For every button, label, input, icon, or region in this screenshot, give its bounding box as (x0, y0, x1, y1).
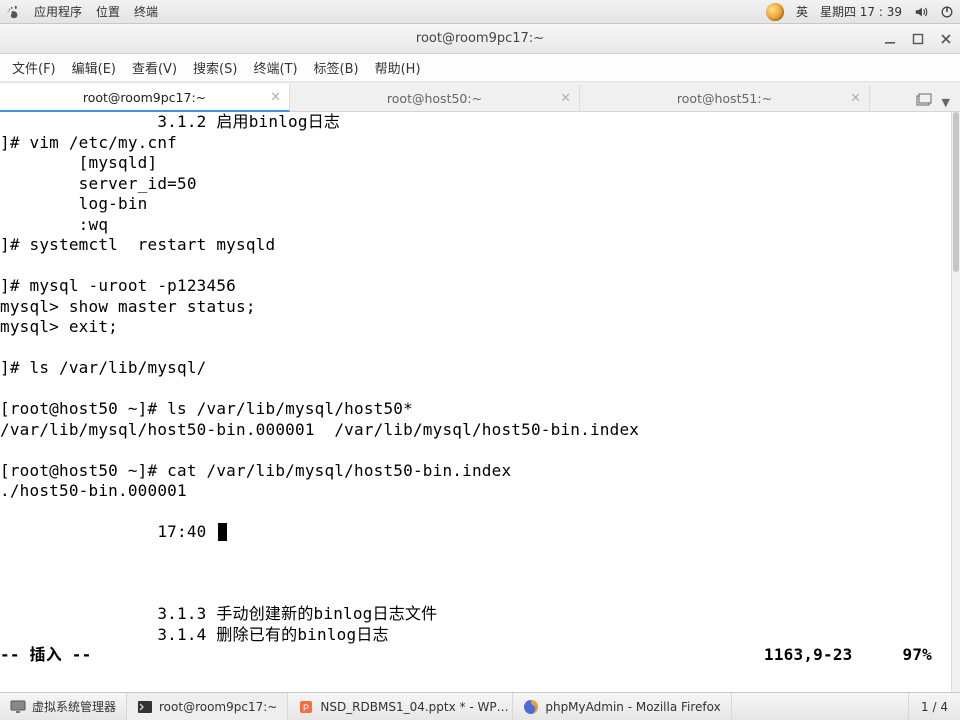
terminal-viewport[interactable]: 3.1.2 启用binlog日志]# vim /etc/my.cnf [mysq… (0, 112, 960, 692)
terminal-line (0, 563, 950, 584)
terminal-window: root@room9pc17:~ 文件(F) 编辑(E) 查看(V) 搜索(S)… (0, 24, 960, 692)
window-maximize-button[interactable] (910, 31, 926, 47)
gnome-foot-icon (6, 5, 20, 19)
menu-terminal[interactable]: 终端(T) (245, 55, 305, 80)
terminal-line: [root@host50 ~]# cat /var/lib/mysql/host… (0, 461, 950, 482)
terminal-line: 3.1.4 删除已有的binlog日志 (0, 625, 950, 646)
tab-room9pc17[interactable]: root@room9pc17:~ × (0, 84, 290, 112)
cursor (218, 523, 227, 541)
task-label: NSD_RDBMS1_04.pptx * - WP… (320, 700, 508, 714)
new-tab-icon[interactable] (916, 93, 932, 111)
close-icon[interactable]: × (560, 91, 571, 106)
task-wps[interactable]: P NSD_RDBMS1_04.pptx * - WP… (288, 693, 513, 720)
task-label: phpMyAdmin - Mozilla Firefox (545, 700, 720, 714)
tabbar: root@room9pc17:~ × root@host50:~ × root@… (0, 82, 960, 112)
notification-icon[interactable] (766, 3, 784, 21)
menu-edit[interactable]: 编辑(E) (64, 55, 124, 80)
firefox-icon (523, 699, 539, 715)
clock[interactable]: 星期四 17 : 39 (820, 3, 902, 20)
terminal-line (0, 256, 950, 277)
svg-text:P: P (303, 703, 309, 713)
menu-applications[interactable]: 应用程序 (34, 3, 82, 20)
terminal-line: 3.1.3 手动创建新的binlog日志文件 (0, 604, 950, 625)
workspace-switcher[interactable]: 1 / 4 (908, 693, 960, 720)
terminal-line (0, 584, 950, 605)
gnome-top-panel: 应用程序 位置 终端 英 星期四 17 : 39 (0, 0, 960, 24)
terminal-line: server_id=50 (0, 174, 950, 195)
menubar: 文件(F) 编辑(E) 查看(V) 搜索(S) 终端(T) 标签(B) 帮助(H… (0, 54, 960, 82)
gnome-taskbar: 虚拟系统管理器 root@room9pc17:~ P NSD_RDBMS1_04… (0, 692, 960, 720)
terminal-line: /var/lib/mysql/host50-bin.000001 /var/li… (0, 420, 950, 441)
monitor-icon (10, 699, 26, 715)
terminal-line: [mysqld] (0, 153, 950, 174)
terminal-line: ]# ls /var/lib/mysql/ (0, 358, 950, 379)
close-icon[interactable]: × (850, 91, 861, 106)
vim-statusline: -- 插入 -- 1163,9-23 97% (0, 645, 950, 666)
tab-label: root@host51:~ (677, 91, 772, 106)
task-firefox[interactable]: phpMyAdmin - Mozilla Firefox (513, 693, 731, 720)
task-terminal[interactable]: root@room9pc17:~ (127, 693, 288, 720)
terminal-line: :wq (0, 215, 950, 236)
task-virt-manager[interactable]: 虚拟系统管理器 (0, 693, 127, 720)
workspace-indicator: 1 / 4 (921, 700, 948, 714)
menu-file[interactable]: 文件(F) (4, 55, 64, 80)
window-close-button[interactable] (938, 31, 954, 47)
tab-label: root@room9pc17:~ (83, 90, 206, 105)
tab-host51[interactable]: root@host51:~ × (580, 85, 870, 111)
vim-mode: -- 插入 -- (0, 645, 91, 666)
vim-cursor-pos: 1163,9-23 (764, 645, 853, 666)
volume-icon[interactable] (914, 5, 928, 19)
terminal-line (0, 338, 950, 359)
terminal-line: ./host50-bin.000001 (0, 481, 950, 502)
terminal-line: ]# systemctl restart mysqld (0, 235, 950, 256)
tab-label: root@host50:~ (387, 91, 482, 106)
power-icon[interactable] (940, 5, 954, 19)
task-label: root@room9pc17:~ (159, 700, 277, 714)
menu-help[interactable]: 帮助(H) (367, 55, 429, 80)
window-titlebar: root@room9pc17:~ (0, 24, 960, 54)
terminal-line: ]# mysql -uroot -p123456 (0, 276, 950, 297)
menu-places[interactable]: 位置 (96, 3, 120, 20)
scrollbar-thumb[interactable] (953, 112, 959, 272)
menu-tabs[interactable]: 标签(B) (306, 55, 367, 80)
window-minimize-button[interactable] (882, 31, 898, 47)
terminal-line: ]# vim /etc/my.cnf (0, 133, 950, 154)
terminal-line (0, 440, 950, 461)
terminal-line (0, 379, 950, 400)
ime-indicator[interactable]: 英 (796, 3, 808, 20)
task-label: 虚拟系统管理器 (32, 698, 116, 715)
menu-search[interactable]: 搜索(S) (185, 55, 245, 80)
terminal-line: 17:40 (0, 522, 950, 543)
window-title: root@room9pc17:~ (416, 31, 544, 46)
menu-view[interactable]: 查看(V) (124, 55, 185, 80)
tab-host50[interactable]: root@host50:~ × (290, 85, 580, 111)
terminal-line: [root@host50 ~]# ls /var/lib/mysql/host5… (0, 399, 950, 420)
scrollbar[interactable] (951, 112, 960, 692)
menu-terminal[interactable]: 终端 (134, 3, 158, 20)
terminal-line (0, 543, 950, 564)
terminal-line: mysql> show master status; (0, 297, 950, 318)
presentation-icon: P (298, 699, 314, 715)
terminal-line: log-bin (0, 194, 950, 215)
close-icon[interactable]: × (270, 90, 281, 105)
terminal-icon (137, 699, 153, 715)
vim-scroll-pct: 97% (903, 645, 933, 666)
terminal-line: 3.1.2 启用binlog日志 (0, 112, 950, 133)
terminal-line (0, 502, 950, 523)
terminal-line: mysql> exit; (0, 317, 950, 338)
chevron-down-icon[interactable]: ▼ (942, 96, 950, 109)
